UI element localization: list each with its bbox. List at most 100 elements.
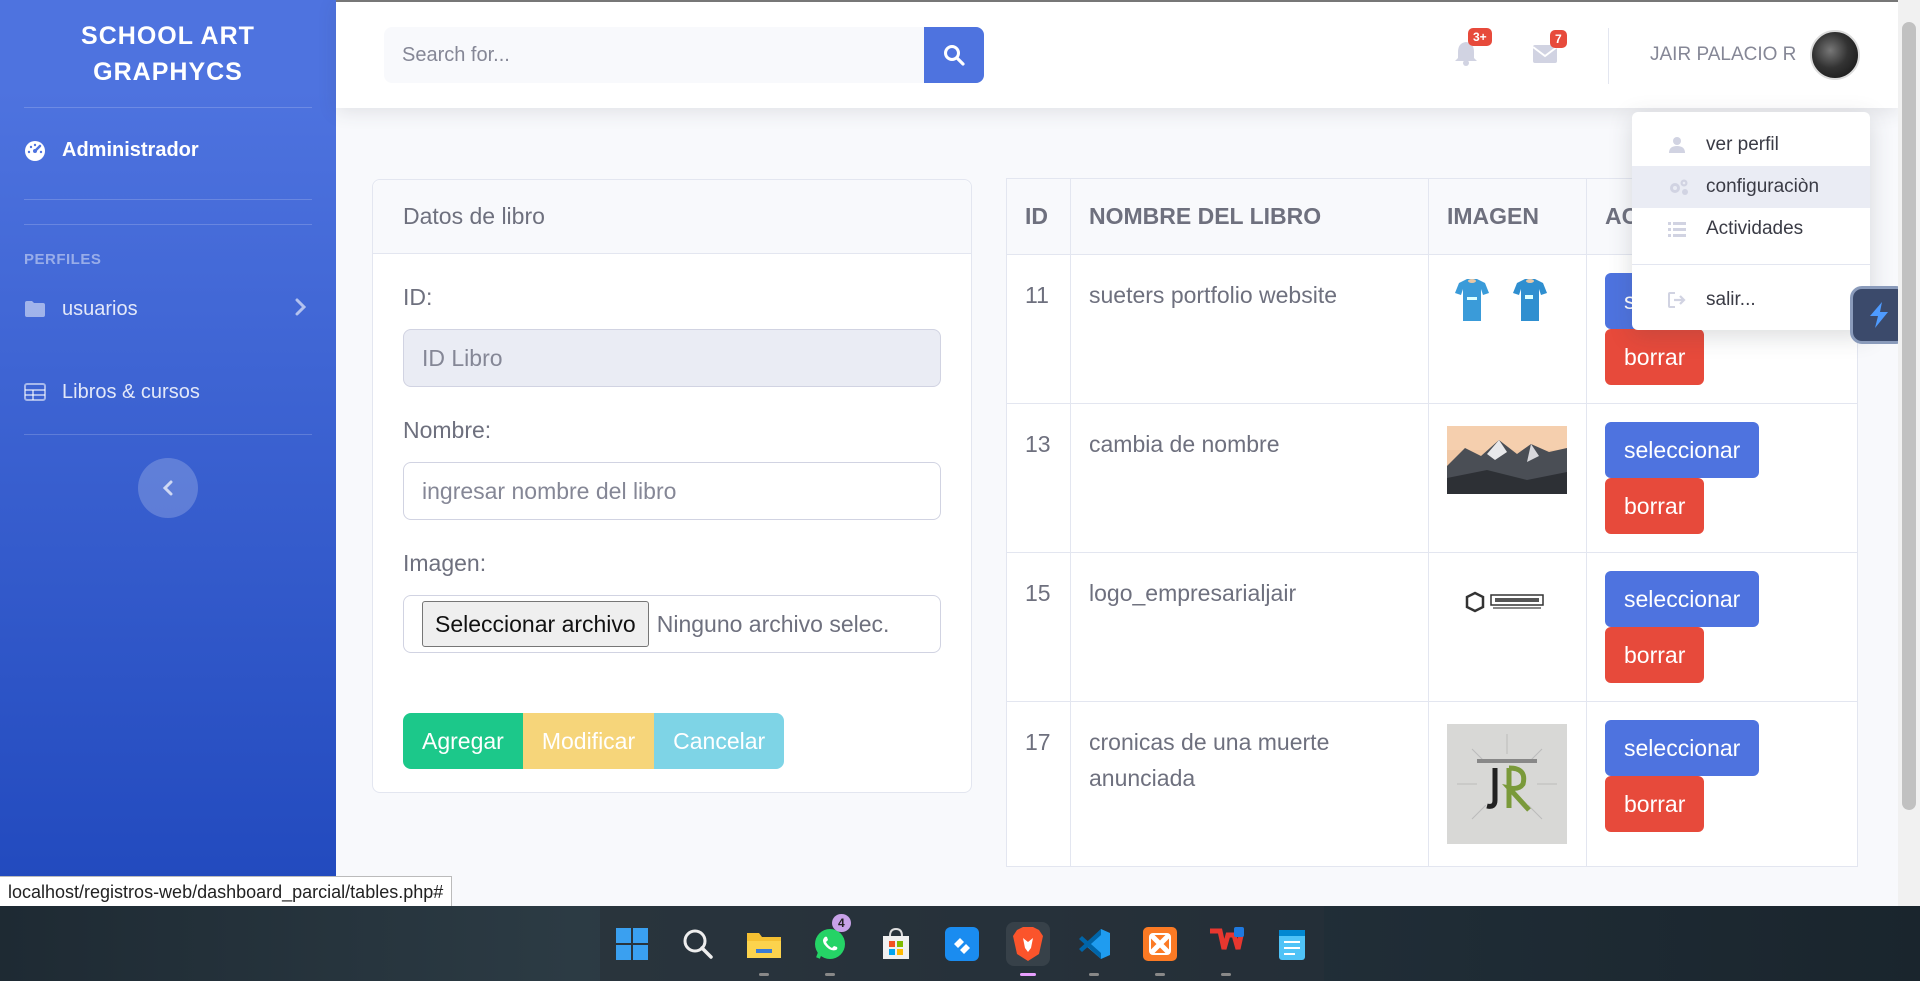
user-name: JAIR PALACIO R [1650,44,1797,65]
jr-logo-thumbnail [1447,724,1567,844]
column-header-id: ID [1006,178,1071,255]
status-url-bar: localhost/registros-web/dashboard_parcia… [0,876,453,908]
topbar-divider [1608,28,1609,84]
windows-start-icon[interactable] [610,922,654,966]
delete-button[interactable]: borrar [1605,478,1705,534]
user-menu-toggle[interactable]: JAIR PALACIO R [1650,30,1861,80]
brand-title[interactable]: SCHOOL ART GRAPHYCS [0,0,336,107]
messages-button[interactable]: 7 [1532,30,1567,69]
menu-item-logout[interactable]: salir... [1632,279,1870,321]
search-button[interactable] [924,27,984,83]
running-indicator [1155,972,1165,976]
scrollbar[interactable] [1898,0,1920,906]
menu-item-ver-perfil[interactable]: ver perfil [1632,124,1870,166]
book-form-card: Datos de libro ID: Nombre: Imagen: Selec… [372,179,972,793]
running-indicator [1221,972,1231,976]
running-indicator [1089,972,1099,976]
row-image-cell [1428,403,1587,553]
xampp-icon[interactable] [1138,922,1182,976]
menu-item-label: ver perfil [1706,134,1779,155]
taskbar-apps: 4 [600,906,1324,981]
select-button[interactable]: seleccionar [1605,720,1760,776]
row-name: logo_empresarialjair [1070,552,1429,702]
vscode-icon[interactable] [1072,922,1116,976]
row-name: cambia de nombre [1070,403,1429,553]
menu-item-actividades[interactable]: Actividades [1632,208,1870,250]
cancel-button[interactable]: Cancelar [654,713,785,769]
user-dropdown-menu: ver perfil configuraciòn Actividades sal… [1632,112,1870,330]
delete-button[interactable]: borrar [1605,627,1705,683]
logout-icon [1668,292,1706,308]
notepad-icon[interactable] [1270,922,1314,966]
scrollbar-thumb[interactable] [1902,22,1916,810]
delete-button[interactable]: borrar [1605,329,1705,385]
id-field[interactable] [403,329,941,387]
menu-item-label: Actividades [1706,218,1804,239]
table-row: 13 cambia de nombre seleccionar borrar [1006,403,1858,553]
menu-item-label: configuraciòn [1706,176,1820,197]
delete-button[interactable]: borrar [1605,776,1705,832]
running-indicator [825,972,835,976]
search-icon [944,45,965,66]
blue-app-icon[interactable] [940,922,984,966]
alerts-button[interactable]: 3+ [1454,28,1492,71]
sidebar: SCHOOL ART GRAPHYCS Administrador PERFIL… [0,0,336,883]
sidebar-item-label: Libros & cursos [62,380,200,403]
sidebar-item-label: usuarios [62,297,138,320]
modify-button[interactable]: Modificar [522,713,655,769]
whatsapp-badge: 4 [832,913,851,932]
sidebar-heading: PERFILES [24,251,102,268]
select-button[interactable]: seleccionar [1605,422,1760,478]
sidebar-divider [24,224,312,225]
name-label: Nombre: [403,417,492,443]
menu-item-label: salir... [1706,289,1756,310]
search-input[interactable] [384,27,924,83]
menu-item-configuracion[interactable]: configuraciòn [1632,166,1870,208]
column-header-name: NOMBRE DEL LIBRO [1070,178,1429,255]
chevron-right-icon [294,298,307,322]
file-explorer-icon[interactable] [742,922,786,976]
select-button[interactable]: seleccionar [1605,571,1760,627]
file-status: Ninguno archivo selec. [656,610,890,637]
row-id: 17 [1006,701,1071,867]
brave-browser-icon[interactable] [1006,921,1050,976]
t-shirts-thumbnail [1455,279,1547,321]
id-label: ID: [403,284,433,310]
avatar [1810,30,1861,80]
whatsapp-icon[interactable]: 4 [808,913,852,976]
sidebar-item-label: Administrador [62,139,199,161]
sidebar-toggle-button[interactable] [138,458,198,518]
row-id: 15 [1006,552,1071,702]
row-id: 11 [1006,254,1071,404]
table-row: 15 logo_empresarialjair seleccionar borr… [1006,552,1858,702]
file-input: Seleccionar archivo Ninguno archivo sele… [403,595,941,653]
logo-thumbnail [1465,591,1544,613]
sidebar-divider [24,434,312,435]
sidebar-item-usuarios[interactable]: usuarios [0,268,336,350]
mountains-thumbnail [1447,426,1567,494]
search-taskbar-icon[interactable] [676,922,720,966]
card-title: Datos de libro [373,180,971,254]
row-image-cell [1428,701,1587,867]
row-actions: seleccionar borrar [1586,403,1858,553]
card-body: ID: Nombre: Imagen: Seleccionar archivo … [373,254,971,769]
image-label: Imagen: [403,550,487,576]
row-actions: seleccionar borrar [1586,552,1858,702]
table-row: 17 cronicas de una muerte anunciada sele… [1006,701,1858,867]
taskbar: 4 [0,906,1920,981]
row-name: cronicas de una muerte anunciada [1070,701,1429,867]
table-icon [24,383,62,401]
name-field[interactable] [403,462,941,520]
folder-icon [24,300,62,318]
wps-office-icon[interactable] [1204,922,1248,976]
choose-file-button[interactable]: Seleccionar archivo [422,601,649,647]
sidebar-divider [24,199,312,200]
sidebar-item-libros-cursos[interactable]: Libros & cursos [0,350,336,434]
sidebar-item-administrador[interactable]: Administrador [0,108,336,193]
add-button[interactable]: Agregar [403,713,523,769]
search-bar [384,27,984,83]
microsoft-store-icon[interactable] [874,922,918,966]
topbar: 3+ 7 JAIR PALACIO R [336,0,1898,108]
chevron-left-icon [162,480,173,496]
dashboard-icon [24,140,62,162]
